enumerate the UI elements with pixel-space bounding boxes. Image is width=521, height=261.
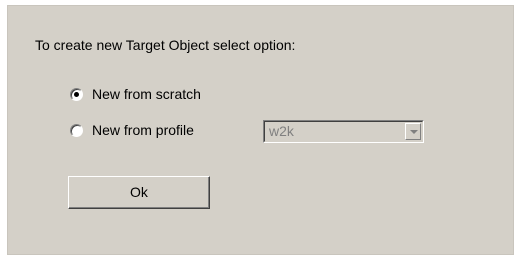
radio-new-from-profile[interactable] [70,123,83,137]
radio-new-from-scratch[interactable] [70,87,83,101]
profile-select-value: w2k [269,123,294,139]
profile-select[interactable]: w2k [263,120,424,143]
prompt-label: To create new Target Object select optio… [35,37,296,53]
option-new-from-scratch[interactable]: New from scratch [70,84,201,104]
ok-button[interactable]: Ok [68,176,210,209]
option-label-profile: New from profile [92,122,194,138]
option-new-from-profile[interactable]: New from profile [70,120,194,140]
profile-select-field: w2k [264,121,423,142]
radio-selected-dot [74,91,79,97]
option-label-scratch: New from scratch [92,86,201,102]
profile-select-dropdown-button[interactable] [405,123,421,140]
chevron-down-icon [410,130,418,134]
dialog-panel: To create new Target Object select optio… [7,5,514,255]
